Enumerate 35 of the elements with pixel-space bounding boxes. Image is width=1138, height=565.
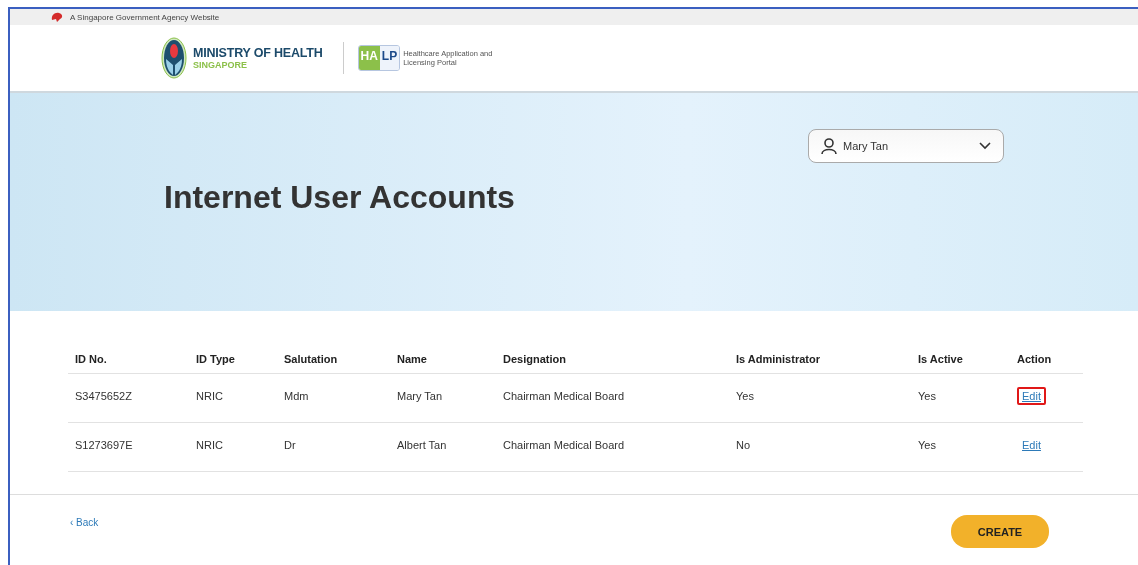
table-cell: S3475652Z [68,373,189,423]
column-header: Name [390,345,496,374]
table-cell: S1273697E [68,422,189,472]
table-cell: Yes [911,422,1010,472]
table-cell: Yes [911,373,1010,423]
user-icon [821,138,837,154]
table-cell: Yes [729,373,911,423]
ministry-name: MINISTRY OF HEALTH [193,46,323,60]
table-cell: Chairman Medical Board [496,422,729,472]
column-header: ID No. [68,345,189,374]
table-cell: Mdm [277,373,390,423]
user-menu[interactable]: Mary Tan [808,129,1004,163]
ministry-emblem-icon [161,37,187,79]
chevron-icon [979,142,991,150]
masthead-text: A Singapore Government Agency Website [70,12,220,22]
table-cell: No [729,422,911,472]
table-cell: Mary Tan [390,373,496,423]
table-cell: NRIC [189,422,277,472]
portal-logo: HA LP [357,45,401,71]
column-header: Is Active [911,345,1010,374]
column-header: ID Type [189,345,277,374]
ministry-subtitle: SINGAPORE [193,60,248,70]
table-cell: NRIC [189,373,277,423]
column-header: Action [1010,345,1083,374]
page-title: Internet User Accounts [164,179,516,216]
table-cell: Albert Tan [390,422,496,472]
create-button[interactable]: CREATE [951,515,1049,548]
back-link[interactable]: ‹ Back [70,517,99,528]
table-cell: Dr [277,422,390,472]
table-cell: Chairman Medical Board [496,373,729,423]
column-header: Is Administrator [729,345,911,374]
edit-link[interactable]: Edit [1017,387,1046,405]
edit-link[interactable]: Edit [1017,436,1046,454]
column-header: Salutation [277,345,390,374]
column-header: Designation [496,345,729,374]
